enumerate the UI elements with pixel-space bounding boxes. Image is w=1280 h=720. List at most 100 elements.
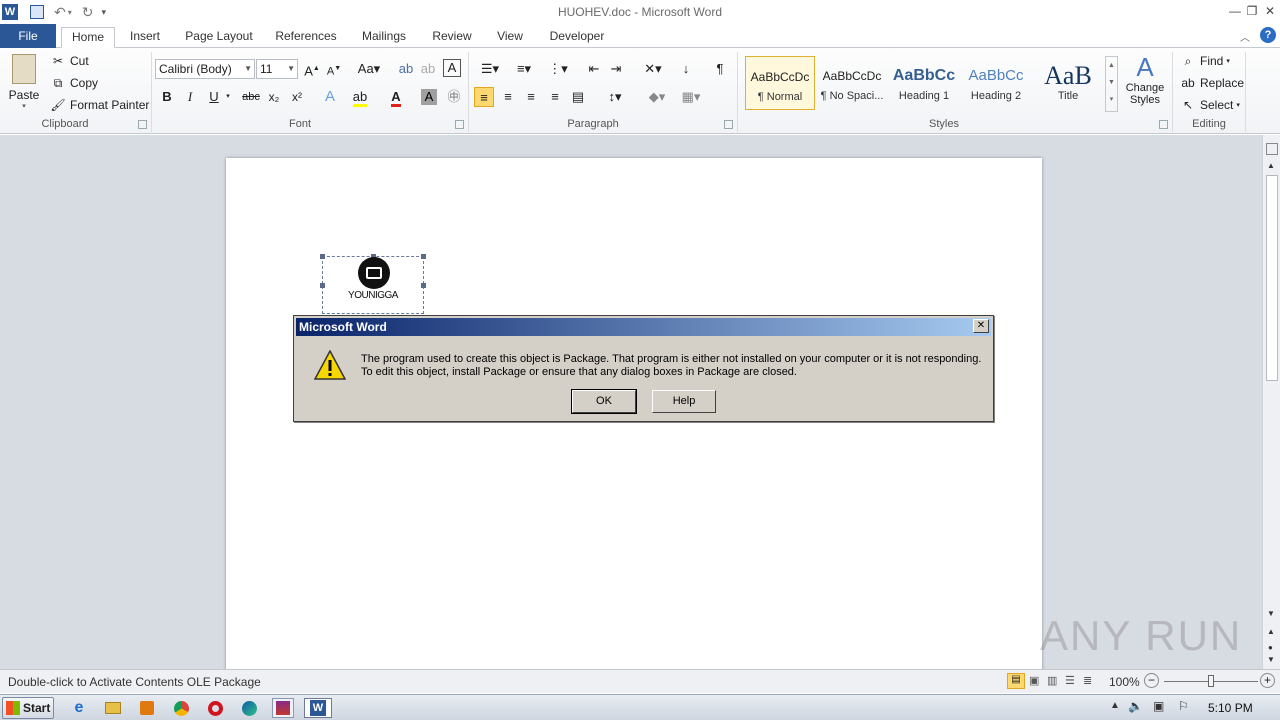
ok-button[interactable]: OK [571, 389, 637, 414]
browse-object-icon[interactable]: ● [1268, 643, 1273, 652]
underline-button[interactable]: U [204, 87, 224, 107]
tab-mailings[interactable]: Mailings [354, 27, 414, 48]
resize-handle[interactable] [421, 283, 426, 288]
line-spacing-icon[interactable]: ↕▾ [602, 87, 628, 107]
superscript-button[interactable]: x² [287, 87, 307, 107]
font-name-combo[interactable]: Calibri (Body) ▼ [155, 59, 255, 79]
shading-icon[interactable]: ◆▾ [644, 87, 670, 107]
select-button[interactable]: ↖ Select ▾ [1180, 97, 1240, 113]
action-center-flag-icon[interactable]: ⚐ [1178, 699, 1189, 713]
copy-button[interactable]: ⧉ Copy [50, 75, 98, 91]
styles-launcher-icon[interactable] [1159, 120, 1168, 129]
underline-dropdown-icon[interactable]: ▾ [222, 87, 234, 107]
clock[interactable]: 5:10 PM [1208, 701, 1253, 715]
help-icon[interactable]: ? [1260, 27, 1276, 43]
asian-layout-icon[interactable]: ✕▾ [640, 59, 666, 79]
clipboard-launcher-icon[interactable] [138, 120, 147, 129]
scroll-down-icon[interactable]: ▼ [1267, 609, 1275, 618]
scroll-up-icon[interactable]: ▲ [1267, 161, 1275, 170]
tab-home[interactable]: Home [61, 27, 115, 48]
start-button[interactable]: Start [2, 697, 54, 719]
zoom-in-icon[interactable]: + [1260, 673, 1275, 688]
chrome-icon[interactable] [170, 698, 192, 718]
zoom-slider[interactable] [1164, 675, 1258, 687]
show-hide-pilcrow-icon[interactable]: ¶ [710, 59, 730, 79]
align-center-icon[interactable]: ≡ [498, 87, 518, 107]
opera-icon[interactable] [204, 698, 226, 718]
strikethrough-button[interactable]: abc [240, 87, 262, 107]
italic-button[interactable]: I [180, 87, 200, 107]
restore-icon[interactable]: ❐ [1243, 2, 1261, 20]
tab-references[interactable]: References [270, 27, 342, 48]
resize-handle[interactable] [320, 283, 325, 288]
grow-font-icon[interactable]: A▲ [302, 59, 322, 79]
paste-button[interactable]: Paste ▾ [6, 52, 42, 114]
view-draft-icon[interactable]: ≣ [1083, 674, 1092, 687]
format-painter-button[interactable]: 🖌 Format Painter [50, 97, 149, 113]
tab-view[interactable]: View [490, 27, 530, 48]
find-button[interactable]: ⌕ Find ▾ [1180, 53, 1230, 69]
resize-handle[interactable] [320, 254, 325, 259]
text-effects-icon[interactable]: A [320, 87, 340, 107]
font-launcher-icon[interactable] [455, 120, 464, 129]
media-player-icon[interactable] [136, 698, 158, 718]
style-normal[interactable]: AaBbCcDc ¶ Normal [745, 56, 815, 110]
character-border-icon[interactable]: A [443, 59, 461, 77]
show-hidden-icons[interactable]: ▲ [1110, 700, 1120, 711]
volume-icon[interactable]: 🔈 [1128, 699, 1143, 713]
style-heading-1[interactable]: AaBbCc Heading 1 [889, 56, 959, 110]
align-left-icon[interactable]: ≡ [474, 87, 494, 107]
phonetic-guide-icon[interactable]: ab [418, 59, 438, 79]
vertical-scrollbar[interactable]: ▲ ▼ ▲ ● ▼ [1262, 135, 1280, 669]
shrink-font-icon[interactable]: A▼ [324, 59, 344, 79]
winrar-icon[interactable] [272, 698, 294, 718]
minimize-icon[interactable]: — [1226, 2, 1244, 20]
view-web-layout-icon[interactable]: ▥ [1047, 674, 1057, 687]
view-full-screen-icon[interactable]: ▣ [1029, 674, 1039, 687]
style-no-spacing[interactable]: AaBbCcDc ¶ No Spaci... [817, 56, 887, 110]
sort-icon[interactable]: ↓ [676, 59, 696, 79]
tab-insert[interactable]: Insert [122, 27, 168, 48]
ribbon-minimize-icon[interactable]: ︿ [1240, 29, 1250, 44]
edge-icon[interactable] [238, 698, 260, 718]
increase-indent-icon[interactable]: ⇥ [606, 59, 626, 79]
numbering-icon[interactable]: ≡▾ [510, 59, 538, 79]
zoom-level[interactable]: 100% [1109, 675, 1140, 689]
styles-scroll[interactable]: ▲ ▼ ▾ [1105, 56, 1118, 112]
ie-icon[interactable]: e [68, 698, 90, 718]
ole-package-object[interactable]: YOUNIGGA [320, 254, 426, 314]
tab-page-layout[interactable]: Page Layout [180, 27, 258, 48]
style-heading-2[interactable]: AaBbCc Heading 2 [961, 56, 1031, 110]
align-right-icon[interactable]: ≡ [521, 87, 541, 107]
highlight-color-icon[interactable]: ab [350, 87, 370, 107]
decrease-indent-icon[interactable]: ⇤ [584, 59, 604, 79]
replace-button[interactable]: ab Replace [1180, 75, 1244, 91]
close-icon[interactable]: ✕ [1261, 2, 1279, 20]
enclose-characters-icon[interactable]: ㊥ [444, 87, 464, 107]
change-styles-button[interactable]: A Change Styles [1122, 52, 1168, 114]
view-outline-icon[interactable]: ☰ [1065, 674, 1075, 687]
previous-page-icon[interactable]: ▲ [1267, 627, 1275, 636]
next-page-icon[interactable]: ▼ [1267, 655, 1275, 664]
tab-developer[interactable]: Developer [542, 27, 612, 48]
help-button[interactable]: Help [652, 390, 716, 413]
zoom-slider-thumb[interactable] [1208, 675, 1214, 687]
distributed-icon[interactable]: ▤ [568, 87, 588, 107]
character-shading-icon[interactable]: A [421, 89, 437, 105]
word-taskbar-icon[interactable]: W [304, 698, 332, 718]
resize-handle[interactable] [421, 254, 426, 259]
clear-formatting-icon[interactable]: ab [396, 59, 416, 79]
zoom-out-icon[interactable]: − [1144, 673, 1159, 688]
explorer-folder-icon[interactable] [102, 698, 124, 718]
view-print-layout-icon[interactable]: ▤ [1007, 673, 1025, 689]
font-size-combo[interactable]: 11 ▼ [256, 59, 298, 79]
tab-review[interactable]: Review [426, 27, 478, 48]
bold-button[interactable]: B [157, 87, 177, 107]
cut-button[interactable]: ✂ Cut [50, 53, 89, 69]
bullets-icon[interactable]: ☰▾ [476, 59, 504, 79]
ruler-toggle-icon[interactable] [1266, 143, 1278, 155]
style-title[interactable]: AaB Title [1033, 56, 1103, 110]
paragraph-launcher-icon[interactable] [724, 120, 733, 129]
font-color-icon[interactable]: A [386, 87, 406, 107]
scroll-thumb[interactable] [1266, 175, 1278, 381]
